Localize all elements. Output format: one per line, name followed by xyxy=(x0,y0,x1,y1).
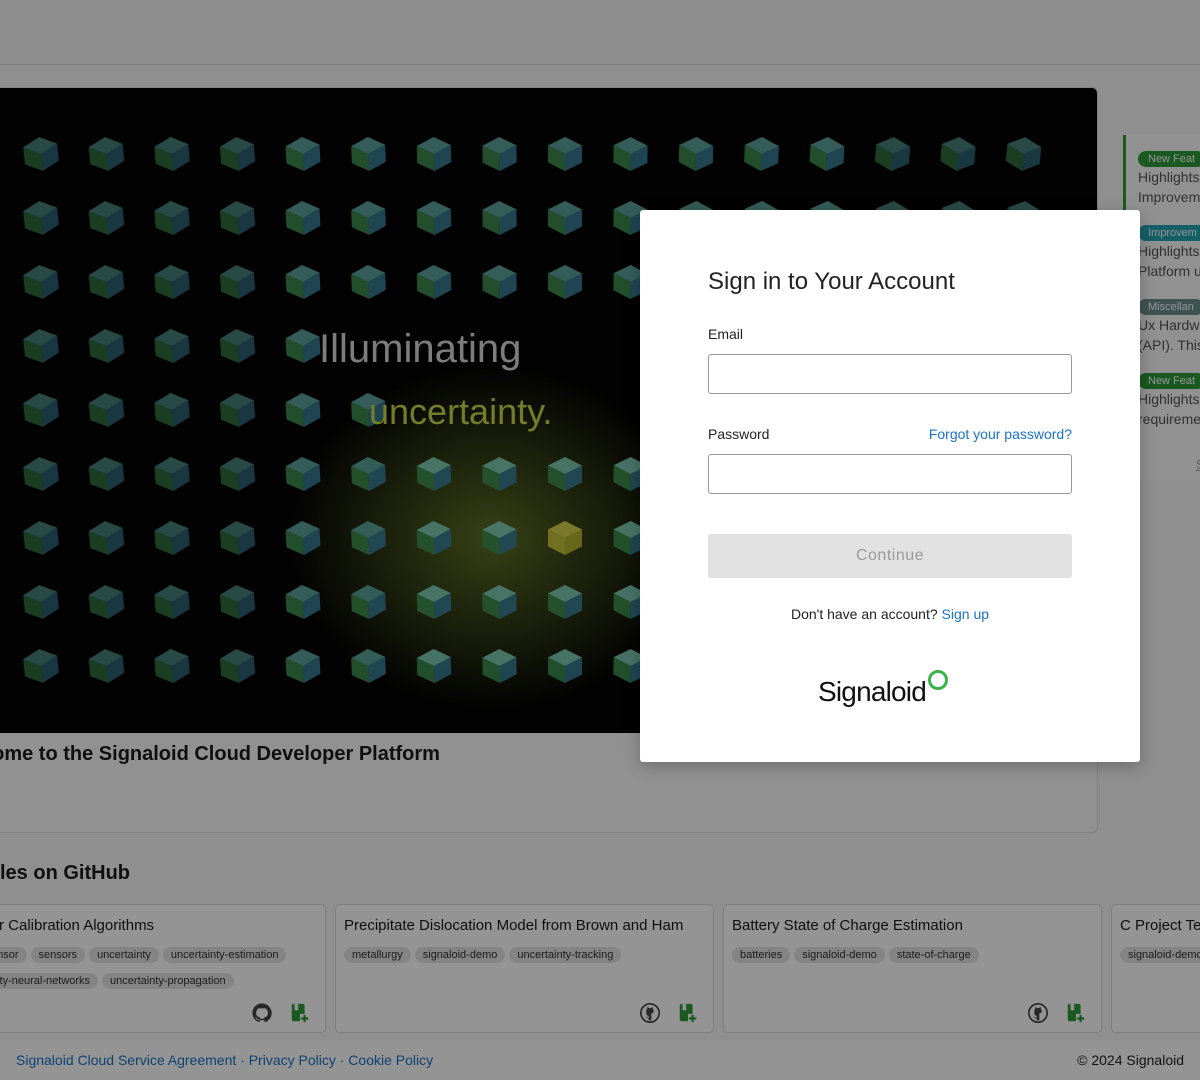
password-label: Password xyxy=(708,426,770,442)
signin-dialog: Sign in to Your Account Email Password F… xyxy=(640,210,1140,762)
email-field[interactable] xyxy=(708,354,1072,394)
signup-link[interactable]: Sign up xyxy=(942,606,989,622)
forgot-password-link[interactable]: Forgot your password? xyxy=(929,426,1072,442)
email-label: Email xyxy=(708,326,744,342)
no-account-text: Don't have an account? xyxy=(790,606,938,622)
logo-ring-icon xyxy=(928,670,948,690)
password-field[interactable] xyxy=(708,454,1072,494)
continue-button[interactable]: Continue xyxy=(708,534,1072,578)
logo-wordmark: Signaloid xyxy=(818,676,927,707)
signin-title: Sign in to Your Account xyxy=(708,268,955,295)
signaloid-logo: Signaloid xyxy=(818,666,948,706)
signup-prompt: Don't have an account? Sign up xyxy=(640,606,1140,622)
